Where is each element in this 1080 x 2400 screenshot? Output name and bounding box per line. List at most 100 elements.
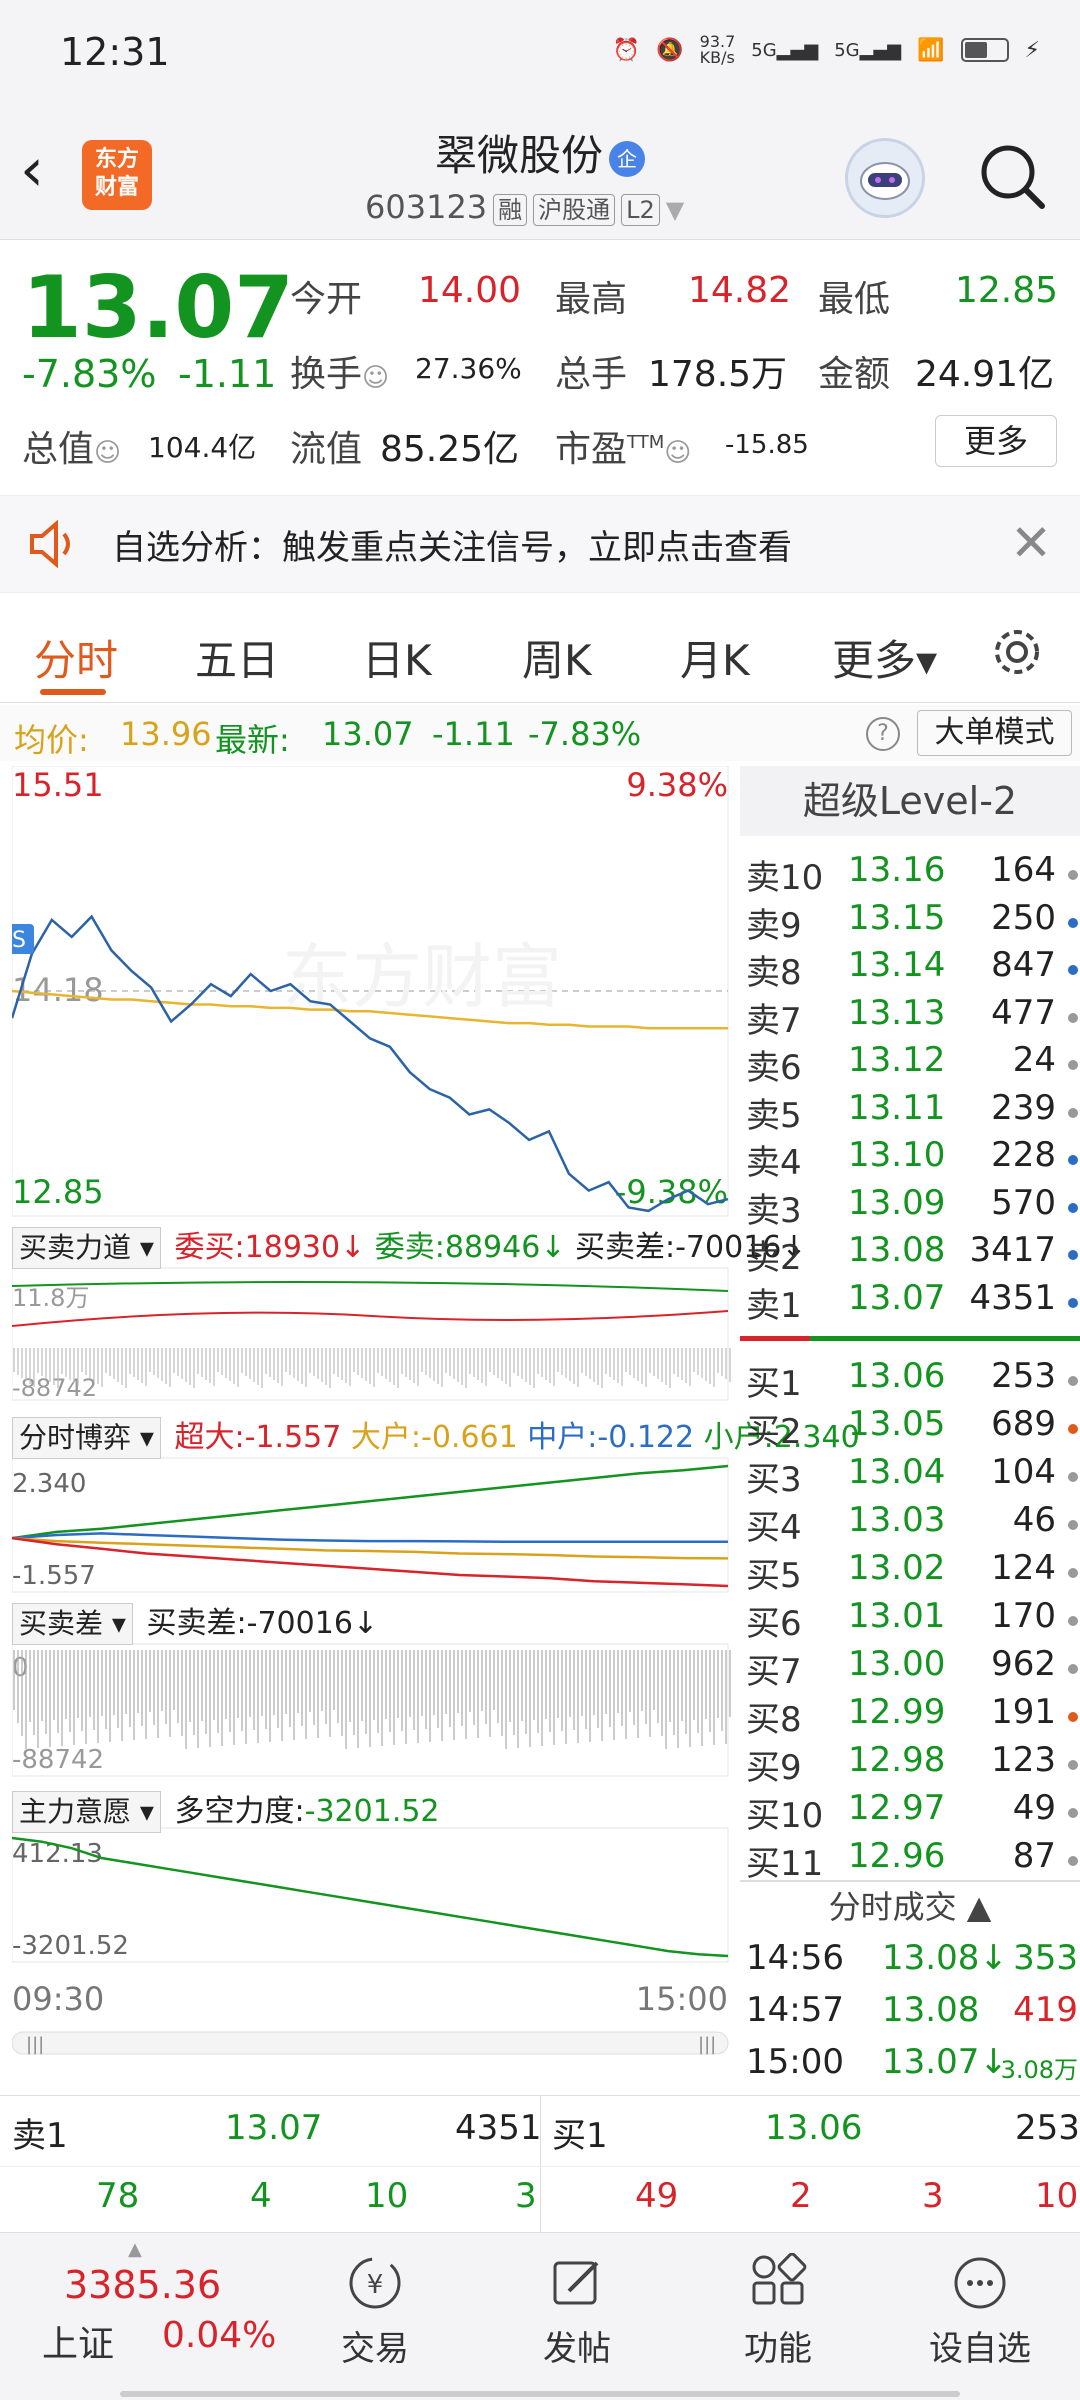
change-amount: -1.11 — [178, 352, 277, 396]
tab-more[interactable]: 更多▾ — [832, 627, 937, 688]
ask-price: 13.09 — [848, 1182, 946, 1223]
y-top-label: 15.51 — [12, 766, 104, 804]
bid-row[interactable]: 买11 12.96 87 — [746, 1836, 1080, 1884]
tab-weekly-k[interactable]: 周K — [522, 627, 592, 688]
index-name: 上证 — [42, 2324, 115, 2365]
assistant-avatar-icon[interactable] — [845, 138, 925, 218]
help-icon[interactable]: ? — [866, 717, 900, 751]
bid-level: 买4 — [746, 1508, 802, 1548]
tab-intraday[interactable]: 分时 — [34, 627, 118, 688]
trades-header[interactable]: 分时成交 ▲ — [740, 1882, 1080, 1928]
ask-row[interactable]: 卖6 13.12 24 — [746, 1040, 1080, 1088]
close-icon[interactable]: ✕ — [1010, 514, 1052, 572]
index-ticker[interactable]: ▲ 3385.36 上证 0.04% — [20, 2239, 290, 2389]
bid-row[interactable]: 买8 12.99 191 — [746, 1692, 1080, 1740]
open-value: 14.00 — [418, 270, 522, 311]
ask-row[interactable]: 卖10 13.16 164 — [746, 850, 1080, 898]
status-dot-icon — [1068, 1297, 1078, 1308]
bid-row[interactable]: 买5 13.02 124 — [746, 1548, 1080, 1596]
status-dot-icon — [1068, 1376, 1078, 1386]
bid-volume: 962 — [991, 1644, 1056, 1684]
status-dot-icon — [1068, 1424, 1078, 1434]
more-dots-icon — [954, 2257, 1006, 2309]
pe-label[interactable]: 市盈TTM☺ — [555, 420, 691, 472]
bid-row[interactable]: 买2 13.05 689 — [746, 1404, 1080, 1452]
bid-level: 买6 — [746, 1604, 802, 1644]
turnover-label[interactable]: 换手☺ — [290, 345, 389, 397]
functions-icon — [752, 2253, 807, 2305]
buy1-vol: 253 — [1015, 2108, 1080, 2148]
trade-price: 13.07↓ — [882, 2042, 1008, 2082]
tab-five-day[interactable]: 五日 — [195, 627, 279, 688]
panel3-selector[interactable]: 买卖差 ▾ — [12, 1603, 133, 1645]
mute-icon: 🔕 — [656, 37, 684, 63]
status-dot-icon — [1068, 1250, 1078, 1260]
sell1-vol: 4351 — [455, 2108, 542, 2148]
bid-price: 13.03 — [848, 1500, 946, 1540]
scroll-track — [11, 2031, 729, 2055]
ask-level: 卖5 — [746, 1095, 802, 1136]
ask-row[interactable]: 卖5 13.11 239 — [746, 1088, 1080, 1136]
level2-header[interactable]: 超级Level-2 — [740, 766, 1080, 836]
ask-row[interactable]: 卖2 13.08 3417 — [746, 1230, 1080, 1278]
info-icon: ☺ — [664, 438, 692, 468]
search-icon[interactable] — [978, 142, 1048, 212]
panel4-selector[interactable]: 主力意愿 ▾ — [12, 1791, 161, 1833]
float-value: 85.25亿 — [380, 429, 520, 470]
status-dot-icon — [1068, 1107, 1078, 1118]
bid-row[interactable]: 买4 13.03 46 — [746, 1500, 1080, 1548]
status-time: 12:31 — [60, 30, 170, 74]
sell-queue-3: 10 — [365, 2176, 409, 2216]
tab-monthly-k[interactable]: 月K — [680, 627, 750, 688]
gear-icon[interactable] — [990, 625, 1044, 679]
ask-price: 13.16 — [848, 850, 946, 890]
analysis-banner[interactable]: 自选分析：触发重点关注信号，立即点击查看 ✕ — [0, 495, 1080, 593]
ask-row[interactable]: 卖9 13.15 250 — [746, 898, 1080, 946]
bid-row[interactable]: 买9 12.98 123 — [746, 1740, 1080, 1788]
ask-volume: 239 — [991, 1087, 1056, 1128]
period-tabs: 分时 五日 日K 周K 月K 更多▾ — [0, 603, 1080, 703]
ask-row[interactable]: 卖1 13.07 4351 — [746, 1278, 1080, 1326]
low-label: 最低 — [818, 279, 891, 320]
panel2-frame — [11, 1457, 729, 1593]
signal-icon-2: 5G▂▄▆ — [834, 39, 902, 61]
banner-text: 自选分析：触发重点关注信号，立即点击查看 — [112, 528, 792, 568]
bid-row[interactable]: 买1 13.06 253 — [746, 1356, 1080, 1404]
ask-price: 13.07 — [848, 1277, 946, 1318]
nav-add-watchlist[interactable]: 设自选 — [910, 2253, 1050, 2370]
bid-volume: 87 — [1012, 1836, 1056, 1876]
nav-functions[interactable]: 功能 — [708, 2253, 848, 2370]
nav-trade[interactable]: ¥ 交易 — [305, 2253, 445, 2370]
bid-level: 买9 — [746, 1748, 802, 1788]
home-indicator — [120, 2391, 960, 2397]
qi-badge: 企 — [609, 140, 645, 177]
x-end: 15:00 — [636, 1980, 728, 2018]
nav-post[interactable]: 发帖 — [507, 2253, 647, 2370]
ask-row[interactable]: 卖7 13.13 477 — [746, 993, 1080, 1041]
ask-level: 卖7 — [746, 1000, 802, 1041]
panel2-selector[interactable]: 分时博弈 ▾ — [12, 1417, 161, 1459]
net-speed: 93.7 KB/s — [699, 32, 736, 67]
more-button[interactable]: 更多 — [935, 415, 1057, 467]
y-top-pct: 9.38% — [626, 766, 728, 804]
ask-volume: 570 — [991, 1182, 1056, 1223]
spread-bar-red — [740, 1336, 810, 1341]
bid-row[interactable]: 买3 13.04 104 — [746, 1452, 1080, 1500]
ask-level: 卖8 — [746, 953, 802, 993]
bid-row[interactable]: 买10 12.97 49 — [746, 1788, 1080, 1836]
wifi-icon: 📶 — [917, 37, 945, 63]
panel1-selector[interactable]: 买卖力道 ▾ — [12, 1227, 161, 1269]
bid-row[interactable]: 买7 13.00 962 — [746, 1644, 1080, 1692]
dropdown-icon[interactable]: ▼ — [666, 196, 684, 224]
index-pct: 0.04% — [162, 2315, 277, 2356]
ask-row[interactable]: 卖4 13.10 228 — [746, 1135, 1080, 1183]
ask-row[interactable]: 卖8 13.14 847 — [746, 945, 1080, 993]
big-order-mode-button[interactable]: 大单模式 — [917, 710, 1072, 756]
bid-level: 买2 — [746, 1412, 802, 1452]
bid-row[interactable]: 买6 13.01 170 — [746, 1596, 1080, 1644]
ask-row[interactable]: 卖3 13.09 570 — [746, 1183, 1080, 1231]
tab-daily-k[interactable]: 日K — [362, 627, 432, 688]
scroll-handle-left: ||| — [26, 2034, 44, 2055]
bid-volume: 124 — [991, 1548, 1056, 1588]
mcap-label[interactable]: 总值☺ — [22, 420, 121, 472]
